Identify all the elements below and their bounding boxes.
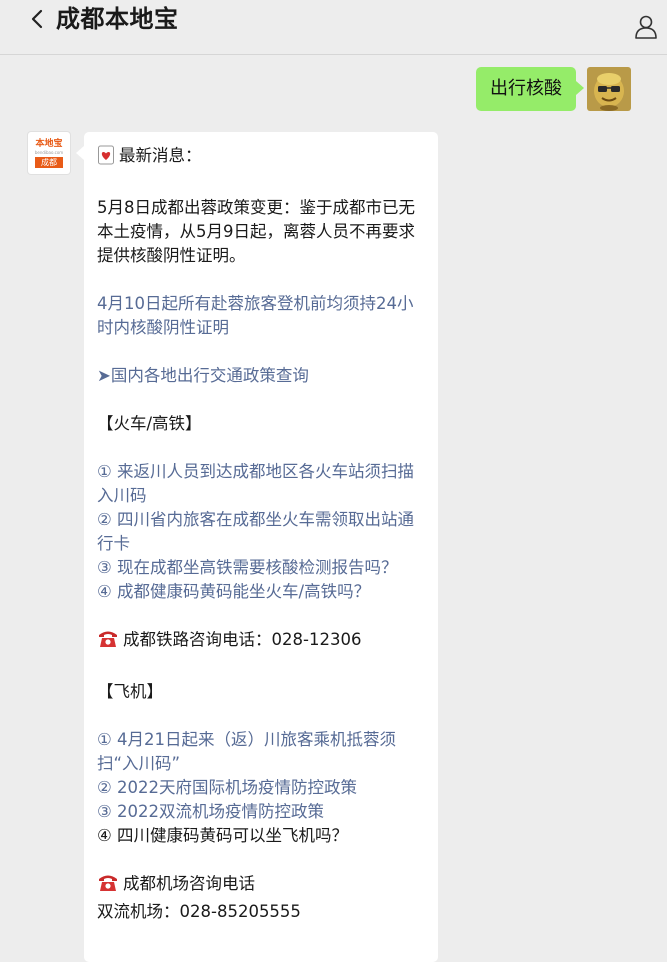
avatar-domain-text: bendibao.com — [34, 149, 64, 155]
telephone-icon — [97, 873, 119, 900]
back-button[interactable] — [24, 6, 50, 32]
person-icon — [635, 15, 657, 39]
plane-link-1[interactable]: ① 4月21日起来（返）川旅客乘机抵蓉须扫“入川码” — [97, 728, 425, 776]
train-link-2[interactable]: ② 四川省内旅客在成都坐火车需领取出站通行卡 — [97, 508, 425, 556]
airport-phone-title: 成都机场咨询电话 — [123, 874, 255, 893]
chevron-left-icon — [31, 9, 43, 29]
rail-phone-text: 成都铁路咨询电话：028-12306 — [123, 630, 362, 649]
profile-button[interactable] — [633, 14, 659, 40]
train-link-4[interactable]: ④ 成都健康码黄码能坐火车/高铁吗？ — [97, 580, 425, 604]
airport-phone-line: 成都机场咨询电话 — [97, 872, 425, 900]
avatar-city-badge: 成都 — [35, 156, 63, 168]
telephone-icon — [97, 629, 119, 656]
avatar-brand-text: 本地宝 — [35, 138, 63, 149]
plane-item-4: ④ 四川健康码黄码可以坐飞机吗？ — [97, 826, 349, 845]
bot-avatar[interactable]: 本地宝 bendibao.com 成都 — [28, 132, 70, 174]
train-section-title: 【火车/高铁】 — [97, 414, 202, 433]
traffic-policy-link[interactable]: ➤国内各地出行交通政策查询 — [97, 364, 425, 388]
user-avatar[interactable] — [587, 67, 631, 111]
bot-message-bubble: 最新消息： 5月8日成都出蓉政策变更：鉴于成都市已无本土疫情，从5月9日起，离蓉… — [76, 132, 438, 962]
train-link-3[interactable]: ③ 现在成都坐高铁需要核酸检测报告吗？ — [97, 556, 425, 580]
plane-link-3[interactable]: ③ 2022双流机场疫情防控政策 — [97, 800, 425, 824]
top-bar: 成都本地宝 — [0, 0, 667, 55]
user-message-row: 出行核酸 — [476, 67, 631, 111]
user-message-bubble[interactable]: 出行核酸 — [476, 67, 584, 111]
policy-change-text: 5月8日成都出蓉政策变更：鉴于成都市已无本土疫情，从5月9日起，离蓉人员不再要求… — [97, 198, 415, 265]
plane-section-title: 【飞机】 — [97, 682, 163, 701]
reply-heading-line: 最新消息： — [97, 144, 425, 172]
heart-card-icon — [97, 145, 115, 172]
shuangliu-phone-text: 双流机场：028-85205555 — [97, 902, 301, 921]
train-link-1[interactable]: ① 来返川人员到达成都地区各火车站须扫描入川码 — [97, 460, 425, 508]
reply-heading: 最新消息： — [119, 146, 202, 165]
plane-link-2[interactable]: ② 2022天府国际机场疫情防控政策 — [97, 776, 425, 800]
rail-phone-line: 成都铁路咨询电话：028-12306 — [97, 628, 425, 656]
flight-rule-link[interactable]: 4月10日起所有赴蓉旅客登机前均须持24小时内核酸阴性证明 — [97, 292, 425, 340]
chat-title: 成都本地宝 — [56, 5, 179, 33]
